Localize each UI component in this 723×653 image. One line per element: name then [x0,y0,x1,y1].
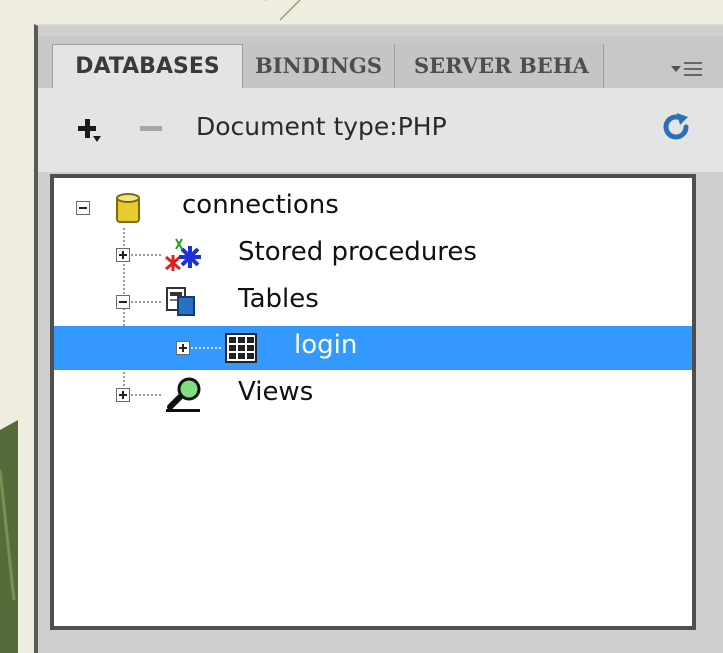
database-tree[interactable]: connections Stored procedures Tables log… [50,174,696,630]
tree-label-stored-procedures: Stored procedures [238,237,477,267]
expand-toggle-icon[interactable] [116,248,130,262]
views-icon [166,377,201,412]
remove-minus-icon[interactable] [140,126,162,131]
refresh-icon[interactable] [659,110,693,144]
tree-row-connections[interactable]: connections [54,186,692,230]
tree-label-views: Views [238,377,314,407]
tab-bindings[interactable]: BINDINGS [243,44,395,88]
expand-toggle-icon[interactable] [176,341,190,355]
panel-toolbar: Document type:PHP [38,88,723,172]
tree-row-views[interactable]: Views [54,373,692,417]
panel-options-menu-icon[interactable] [671,56,705,84]
tree-row-tables[interactable]: Tables [54,280,692,324]
tree-label-connections: connections [182,190,339,220]
expand-toggle-icon[interactable] [116,388,130,402]
document-type-label: Document type:PHP [196,112,447,141]
panel-tab-bar: DATABASES BINDINGS SERVER BEHA [38,36,723,89]
database-cylinder-icon [116,193,140,223]
tab-server-behaviors[interactable]: SERVER BEHA [396,44,604,88]
tree-row-login[interactable]: login [54,326,692,370]
collapse-toggle-icon[interactable] [116,295,130,309]
tables-icon [166,287,195,316]
databases-panel: DATABASES BINDINGS SERVER BEHA Document … [34,24,723,653]
tab-databases[interactable]: DATABASES [52,44,243,88]
stored-procedures-icon [165,238,201,271]
tree-row-stored-procedures[interactable]: Stored procedures [54,233,692,277]
tree-label-tables: Tables [238,284,319,314]
add-plus-icon[interactable] [74,114,106,146]
table-grid-icon [225,333,257,363]
collapse-toggle-icon[interactable] [76,201,90,215]
tree-label-login: login [294,330,358,360]
